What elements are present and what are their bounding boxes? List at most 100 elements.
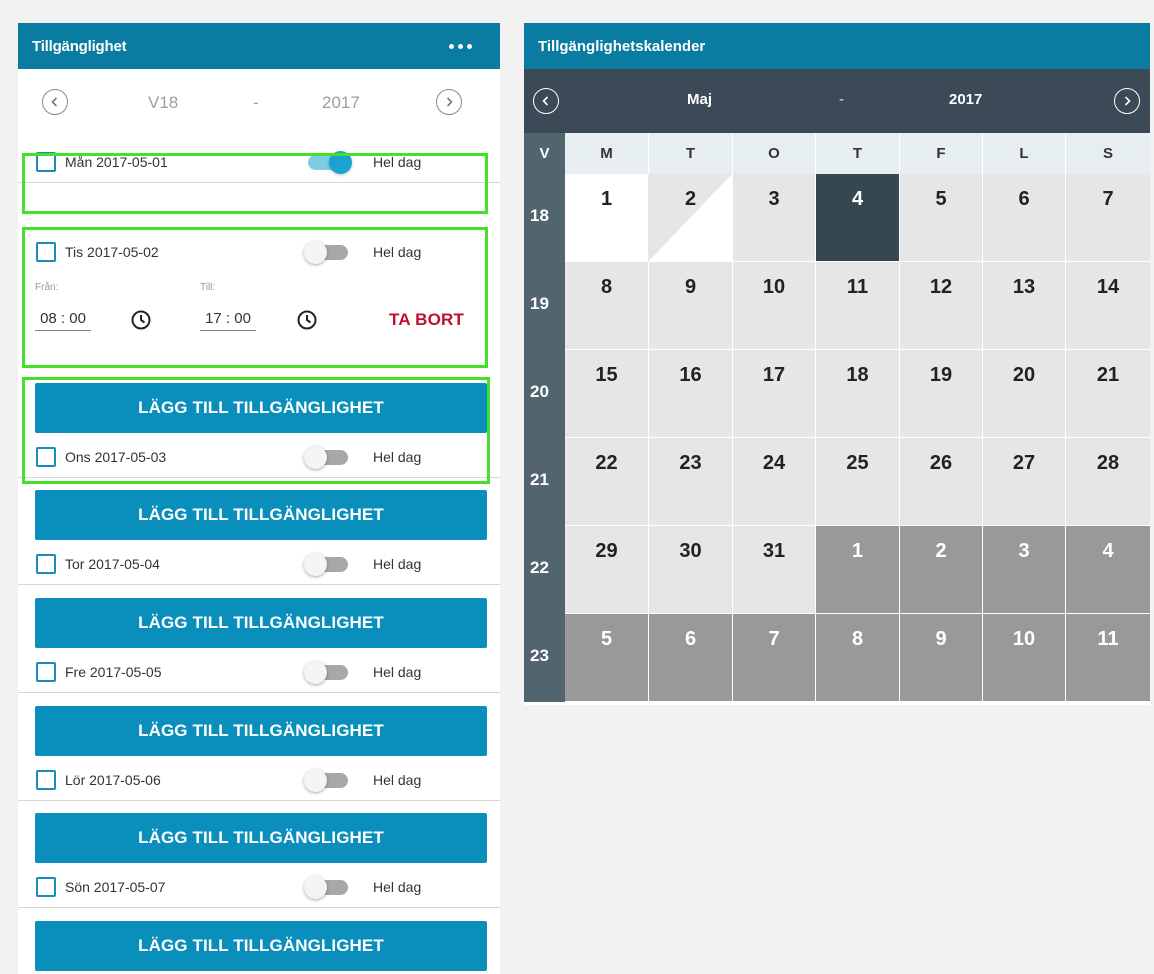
add-availability-button[interactable]: LÄGG TILL TILLGÄNGLIGHET bbox=[35, 706, 487, 756]
calendar-day-cell[interactable]: 17 bbox=[733, 350, 816, 438]
day-number: 23 bbox=[679, 452, 702, 474]
calendar-day-cell[interactable]: 23 bbox=[649, 438, 733, 526]
clock-icon[interactable] bbox=[296, 309, 318, 331]
day-entry: Lör 2017-05-06 Hel dag bbox=[18, 760, 500, 801]
calendar-day-cell-other-month[interactable]: 7 bbox=[733, 614, 816, 702]
day-number: 21 bbox=[1096, 364, 1120, 386]
add-availability-button[interactable]: LÄGG TILL TILLGÄNGLIGHET bbox=[35, 490, 487, 540]
next-month-icon[interactable] bbox=[1114, 88, 1140, 114]
whole-day-toggle[interactable] bbox=[304, 240, 352, 264]
calendar-day-cell[interactable]: 9 bbox=[649, 262, 733, 350]
calendar-day-cell-other-month[interactable]: 3 bbox=[983, 526, 1066, 614]
calendar-day-cell[interactable]: 5 bbox=[900, 174, 983, 262]
to-time-input[interactable] bbox=[200, 306, 256, 331]
day-number: 7 bbox=[768, 628, 780, 650]
calendar-day-cell-other-month[interactable]: 9 bbox=[900, 614, 983, 702]
day-number: 1 bbox=[600, 188, 613, 210]
weekday-header: T bbox=[816, 133, 900, 174]
previous-week-icon[interactable] bbox=[42, 89, 68, 115]
calendar-day-cell[interactable]: 2 bbox=[649, 174, 733, 262]
whole-day-toggle[interactable] bbox=[304, 552, 352, 576]
calendar-day-cell[interactable]: 15 bbox=[565, 350, 649, 438]
more-options-icon[interactable] bbox=[449, 43, 472, 49]
add-availability-button[interactable]: LÄGG TILL TILLGÄNGLIGHET bbox=[35, 921, 487, 971]
month-navigation: Maj - 2017 bbox=[524, 69, 1150, 133]
week-number: V18 bbox=[148, 93, 179, 112]
calendar-day-cell-other-month[interactable]: 8 bbox=[816, 614, 900, 702]
calendar-week-row: 18 1 2 3 4 5 6 7 bbox=[524, 174, 1150, 262]
week-navigation: V18 - 2017 bbox=[18, 69, 500, 137]
calendar-day-cell[interactable]: 3 bbox=[733, 174, 816, 262]
day-checkbox[interactable] bbox=[36, 447, 56, 467]
add-availability-button[interactable]: LÄGG TILL TILLGÄNGLIGHET bbox=[35, 813, 487, 863]
calendar-day-cell-today[interactable]: 4 bbox=[816, 174, 900, 262]
calendar-day-cell[interactable]: 26 bbox=[900, 438, 983, 526]
weekday-header: O bbox=[733, 133, 816, 174]
whole-day-toggle[interactable] bbox=[304, 150, 352, 174]
availability-header: Tillgänglighet bbox=[18, 23, 500, 69]
from-time-input[interactable] bbox=[35, 306, 91, 331]
calendar-day-cell-other-month[interactable]: 1 bbox=[816, 526, 900, 614]
calendar-day-cell[interactable]: 19 bbox=[900, 350, 983, 438]
calendar-day-cell-other-month[interactable]: 5 bbox=[565, 614, 649, 702]
add-availability-button[interactable]: LÄGG TILL TILLGÄNGLIGHET bbox=[35, 383, 487, 433]
calendar-day-cell[interactable]: 12 bbox=[900, 262, 983, 350]
calendar-day-cell[interactable]: 14 bbox=[1066, 262, 1150, 350]
month-label: Maj bbox=[687, 91, 713, 108]
calendar-day-cell[interactable]: 27 bbox=[983, 438, 1066, 526]
calendar-day-cell[interactable]: 11 bbox=[816, 262, 900, 350]
day-number: 11 bbox=[846, 276, 869, 298]
week-number-cell: 18 bbox=[524, 174, 565, 262]
weekday-header: M bbox=[565, 133, 649, 174]
add-availability-button[interactable]: LÄGG TILL TILLGÄNGLIGHET bbox=[35, 598, 487, 648]
whole-day-label: Hel dag bbox=[373, 154, 422, 170]
calendar-day-cell[interactable]: 20 bbox=[983, 350, 1066, 438]
day-number: 17 bbox=[762, 364, 786, 386]
remove-button[interactable]: TA BORT bbox=[389, 310, 464, 330]
calendar-day-cell[interactable]: 7 bbox=[1066, 174, 1150, 262]
whole-day-toggle[interactable] bbox=[304, 768, 352, 792]
day-checkbox[interactable] bbox=[36, 877, 56, 897]
whole-day-toggle[interactable] bbox=[304, 875, 352, 899]
calendar-day-cell[interactable]: 31 bbox=[733, 526, 816, 614]
calendar-day-cell[interactable]: 24 bbox=[733, 438, 816, 526]
calendar-day-cell[interactable]: 18 bbox=[816, 350, 900, 438]
weekday-header: F bbox=[900, 133, 983, 174]
calendar-day-cell[interactable]: 13 bbox=[983, 262, 1066, 350]
day-checkbox[interactable] bbox=[36, 152, 56, 172]
calendar-day-cell[interactable]: 10 bbox=[733, 262, 816, 350]
calendar-day-cell-other-month[interactable]: 4 bbox=[1066, 526, 1150, 614]
calendar-day-cell[interactable]: 28 bbox=[1066, 438, 1150, 526]
calendar-day-cell[interactable]: 25 bbox=[816, 438, 900, 526]
calendar-day-cell[interactable]: 22 bbox=[565, 438, 649, 526]
day-number: 18 bbox=[846, 364, 869, 386]
calendar-day-cell[interactable]: 8 bbox=[565, 262, 649, 350]
calendar-day-cell[interactable]: 6 bbox=[983, 174, 1066, 262]
day-checkbox[interactable] bbox=[36, 662, 56, 682]
day-checkbox[interactable] bbox=[36, 242, 56, 262]
calendar-day-cell[interactable]: 16 bbox=[649, 350, 733, 438]
previous-month-icon[interactable] bbox=[533, 88, 559, 114]
calendar-day-cell-other-month[interactable]: 6 bbox=[649, 614, 733, 702]
clock-icon[interactable] bbox=[130, 309, 152, 331]
calendar-day-cell[interactable]: 29 bbox=[565, 526, 649, 614]
day-number: 10 bbox=[762, 276, 786, 298]
availability-title: Tillgänglighet bbox=[32, 37, 127, 55]
weekday-header: L bbox=[983, 133, 1066, 174]
calendar-day-cell-other-month[interactable]: 11 bbox=[1066, 614, 1150, 702]
calendar-day-cell-other-month[interactable]: 2 bbox=[900, 526, 983, 614]
day-number: 6 bbox=[684, 628, 697, 650]
calendar-day-cell[interactable]: 21 bbox=[1066, 350, 1150, 438]
whole-day-toggle[interactable] bbox=[304, 660, 352, 684]
day-number: 3 bbox=[1018, 540, 1030, 562]
day-number: 19 bbox=[929, 364, 953, 386]
week-number-cell: 23 bbox=[524, 614, 565, 702]
day-checkbox[interactable] bbox=[36, 554, 56, 574]
calendar-day-cell-other-month[interactable]: 10 bbox=[983, 614, 1066, 702]
next-week-icon[interactable] bbox=[436, 89, 462, 115]
calendar-grid: V M T O T F L S 18 1 2 3 4 5 6 7 19 8 9 … bbox=[524, 133, 1150, 702]
day-checkbox[interactable] bbox=[36, 770, 56, 790]
whole-day-toggle[interactable] bbox=[304, 445, 352, 469]
calendar-day-cell[interactable]: 30 bbox=[649, 526, 733, 614]
calendar-day-cell[interactable]: 1 bbox=[565, 174, 649, 262]
